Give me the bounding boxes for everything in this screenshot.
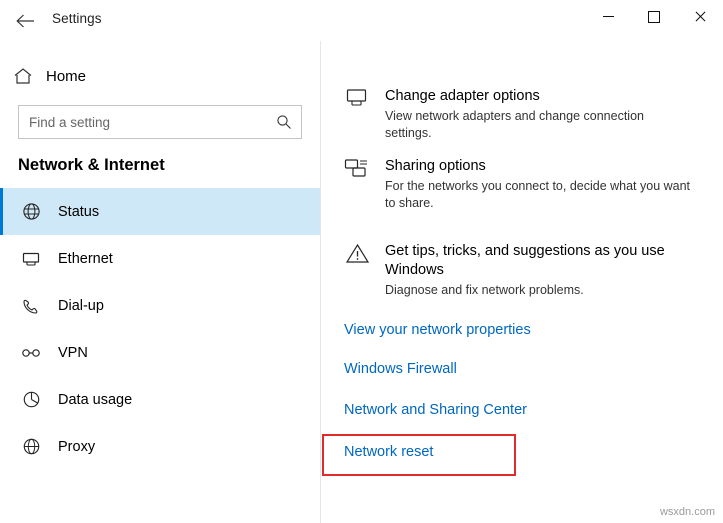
option-heading: Get tips, tricks, and suggestions as you…: [385, 243, 665, 278]
network-reset-highlight: [322, 434, 516, 476]
sidebar-item-data-usage[interactable]: Data usage: [0, 376, 320, 423]
dialup-phone-icon: [14, 294, 48, 318]
maximize-icon: [648, 10, 660, 23]
option-heading: Sharing options: [385, 158, 486, 174]
title-bar: Settings: [0, 0, 723, 41]
close-button[interactable]: [677, 0, 723, 33]
sidebar-item-dialup[interactable]: Dial-up: [0, 282, 320, 329]
sidebar-item-vpn[interactable]: VPN: [0, 329, 320, 376]
sidebar-item-label: Ethernet: [58, 250, 113, 267]
caption-buttons: [585, 0, 723, 41]
close-icon: [694, 11, 706, 23]
data-usage-pie-icon: [14, 388, 48, 412]
sidebar-item-label: Dial-up: [58, 297, 104, 314]
option-description: For the networks you connect to, decide …: [385, 179, 691, 210]
back-button[interactable]: [8, 6, 44, 36]
home-label: Home: [46, 67, 87, 85]
link-windows-firewall[interactable]: Windows Firewall: [344, 361, 457, 377]
option-change-adapter-options[interactable]: Change adapter options View network adap…: [321, 87, 691, 142]
sidebar: Home Network & Internet: [0, 41, 321, 523]
option-description: View network adapters and change connect…: [385, 109, 644, 140]
ethernet-icon: [14, 247, 48, 271]
sidebar-item-proxy[interactable]: Proxy: [0, 423, 320, 470]
vpn-icon: [14, 341, 48, 365]
search-icon[interactable]: [267, 107, 301, 137]
option-description: Diagnose and fix network problems.: [385, 283, 584, 297]
network-adapter-icon: [341, 87, 375, 117]
option-sharing-options[interactable]: Sharing options For the networks you con…: [321, 157, 691, 212]
sidebar-section-title: Network & Internet: [18, 156, 165, 174]
home-icon: [0, 67, 46, 85]
sidebar-item-ethernet[interactable]: Ethernet: [0, 235, 320, 282]
option-heading: Change adapter options: [385, 88, 540, 104]
back-arrow-icon: [16, 14, 34, 28]
watermark: wsxdn.com: [659, 506, 715, 518]
sidebar-item-label: Data usage: [58, 391, 133, 408]
status-globe-icon: [14, 200, 48, 224]
option-get-tips-tricks-suggestions[interactable]: Get tips, tricks, and suggestions as you…: [321, 242, 723, 299]
maximize-button[interactable]: [631, 0, 677, 33]
window-title: Settings: [52, 11, 102, 26]
sidebar-item-label: Status: [58, 203, 100, 220]
sharing-options-icon: [341, 157, 375, 187]
minimize-button[interactable]: [585, 0, 631, 33]
sidebar-item-label: Proxy: [58, 438, 96, 455]
warning-triangle-icon: [341, 242, 375, 272]
minimize-icon: [602, 16, 614, 17]
proxy-globe-icon: [14, 435, 48, 459]
sidebar-item-label: VPN: [58, 344, 88, 361]
selection-indicator: [0, 188, 3, 235]
settings-window: Settings Home Find a setting Network & I…: [0, 0, 723, 523]
search-box[interactable]: [18, 105, 302, 139]
link-network-and-sharing-center[interactable]: Network and Sharing Center: [344, 402, 527, 418]
sidebar-nav: Status Ethernet Dial-up VPN Data usage P…: [0, 188, 320, 470]
sidebar-item-status[interactable]: Status: [0, 188, 320, 235]
link-view-your-network-properties[interactable]: View your network properties: [344, 322, 531, 338]
search-input[interactable]: [19, 106, 267, 138]
sidebar-item-home[interactable]: Home: [0, 57, 320, 95]
